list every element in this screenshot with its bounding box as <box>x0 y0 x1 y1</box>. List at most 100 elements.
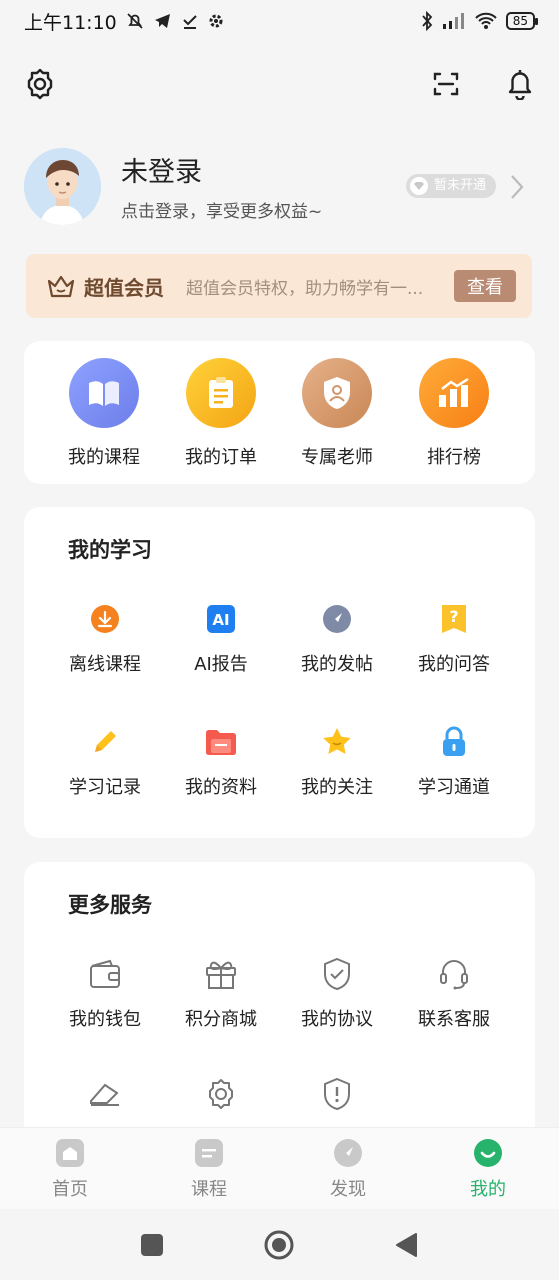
battery-indicator: 85 <box>505 12 539 30</box>
study-item-my-materials[interactable]: 我的资料 <box>166 725 276 799</box>
study-item-my-qa[interactable]: ? 我的问答 <box>399 602 509 676</box>
section-title: 我的学习 <box>68 538 152 562</box>
study-item-offline-courses[interactable]: 离线课程 <box>50 602 160 676</box>
avatar[interactable] <box>24 147 101 225</box>
gear-small-icon <box>209 14 223 28</box>
settings-button[interactable] <box>20 64 60 104</box>
book-icon <box>69 358 139 428</box>
bluetooth-icon <box>422 11 432 31</box>
tab-label: 首页 <box>52 1179 88 1200</box>
gear-icon <box>27 68 53 100</box>
mute-bell-icon <box>127 13 143 29</box>
quick-item-ranking[interactable]: 排行榜 <box>399 358 509 469</box>
tab-me[interactable]: 我的 <box>438 1138 538 1201</box>
quick-label: 专属老师 <box>301 447 373 468</box>
member-banner[interactable]: 超值会员 超值会员特权，助力畅学有一... 查看 <box>26 254 532 318</box>
service-item-security[interactable] <box>282 1077 392 1111</box>
service-item-points-mall[interactable]: 积分商城 <box>166 957 276 1031</box>
system-nav-bar <box>0 1209 559 1280</box>
service-item-wallet[interactable]: 我的钱包 <box>50 957 160 1031</box>
ranking-icon <box>419 358 489 428</box>
login-status-title: 未登录 <box>121 157 202 188</box>
login-profile-row[interactable]: 未登录 点击登录，享受更多权益~ 暂未开通 <box>24 146 534 226</box>
study-item-my-posts[interactable]: 我的发帖 <box>282 602 392 676</box>
vip-status-label: 暂未开通 <box>433 178 486 193</box>
lock-icon <box>399 725 509 759</box>
signal-icon <box>442 13 464 29</box>
question-icon: ? <box>399 602 509 636</box>
svg-text:?: ? <box>449 607 458 626</box>
gift-icon <box>166 957 276 991</box>
shield-alert-icon <box>282 1077 392 1111</box>
svg-text:AI: AI <box>212 611 229 629</box>
home-nav-button[interactable] <box>263 1229 295 1261</box>
crown-icon <box>47 275 75 298</box>
service-item-agreements[interactable]: 我的协议 <box>282 957 392 1031</box>
teacher-shield-icon <box>302 358 372 428</box>
folder-icon <box>166 725 276 759</box>
service-item-eraser[interactable] <box>50 1077 160 1111</box>
tab-courses[interactable]: 课程 <box>159 1138 259 1201</box>
default-avatar-icon <box>24 147 101 225</box>
pencil-icon <box>50 725 160 759</box>
wifi-icon <box>475 12 497 29</box>
my-study-card: 我的学习 离线课程 AI AI报告 我的发帖 ? 我的问答 学习记录 我的资料 <box>24 507 535 838</box>
grid-label: 我的协议 <box>301 1009 373 1030</box>
quick-label: 排行榜 <box>427 447 481 468</box>
compass-icon <box>282 602 392 636</box>
quick-label: 我的课程 <box>68 447 140 468</box>
member-description: 超值会员特权，助力畅学有一... <box>186 278 424 299</box>
tab-home[interactable]: 首页 <box>20 1138 120 1201</box>
member-title: 超值会员 <box>84 275 164 300</box>
grid-label: 联系客服 <box>418 1009 490 1030</box>
section-title: 更多服务 <box>68 893 152 917</box>
top-bar <box>0 60 559 110</box>
study-item-learning-record[interactable]: 学习记录 <box>50 725 160 799</box>
grid-label: AI报告 <box>194 654 248 675</box>
login-hint: 点击登录，享受更多权益~ <box>121 202 323 222</box>
quick-label: 我的订单 <box>185 447 257 468</box>
gear-icon <box>166 1077 276 1111</box>
notification-button[interactable] <box>500 64 540 104</box>
tab-discover[interactable]: 发现 <box>298 1138 398 1201</box>
member-view-button[interactable]: 查看 <box>454 270 516 302</box>
back-nav-button[interactable] <box>390 1229 422 1261</box>
grid-label: 积分商城 <box>185 1009 257 1030</box>
study-item-ai-report[interactable]: AI AI报告 <box>166 602 276 676</box>
vip-status-badge[interactable]: 暂未开通 <box>405 174 496 198</box>
tab-label: 课程 <box>191 1179 227 1200</box>
status-time: 上午11:10 <box>24 11 117 34</box>
quick-item-my-courses[interactable]: 我的课程 <box>49 358 159 469</box>
grid-label: 我的发帖 <box>301 654 373 675</box>
diamond-icon <box>409 177 428 195</box>
study-item-my-follows[interactable]: 我的关注 <box>282 725 392 799</box>
clipboard-icon <box>186 358 256 428</box>
course-icon <box>194 1138 224 1168</box>
chevron-right-icon <box>511 175 524 199</box>
tab-label: 发现 <box>330 1179 366 1200</box>
wallet-icon <box>50 957 160 991</box>
quick-actions-card: 我的课程 我的订单 专属老师 排行榜 <box>24 341 535 484</box>
recent-apps-button[interactable] <box>136 1229 168 1261</box>
square-icon <box>141 1234 163 1256</box>
tab-label: 我的 <box>470 1179 506 1200</box>
bottom-tab-bar: 首页 课程 发现 我的 <box>0 1127 559 1209</box>
telegram-icon <box>154 14 170 28</box>
quick-item-my-orders[interactable]: 我的订单 <box>166 358 276 469</box>
more-services-card: 更多服务 我的钱包 积分商城 我的协议 联系客服 <box>24 862 535 1162</box>
headset-icon <box>399 957 509 991</box>
service-item-settings[interactable] <box>166 1077 276 1111</box>
quick-item-teacher[interactable]: 专属老师 <box>282 358 392 469</box>
grid-label: 我的关注 <box>301 777 373 798</box>
ai-icon: AI <box>166 602 276 636</box>
grid-label: 我的问答 <box>418 654 490 675</box>
scan-icon <box>433 72 459 96</box>
study-item-learning-channel[interactable]: 学习通道 <box>399 725 509 799</box>
service-item-customer-service[interactable]: 联系客服 <box>399 957 509 1031</box>
grid-label: 学习记录 <box>69 777 141 798</box>
star-icon <box>282 725 392 759</box>
scan-button[interactable] <box>426 64 466 104</box>
grid-label: 我的资料 <box>185 777 257 798</box>
status-bar: 上午11:10 85 <box>0 0 559 42</box>
grid-label: 离线课程 <box>69 654 141 675</box>
